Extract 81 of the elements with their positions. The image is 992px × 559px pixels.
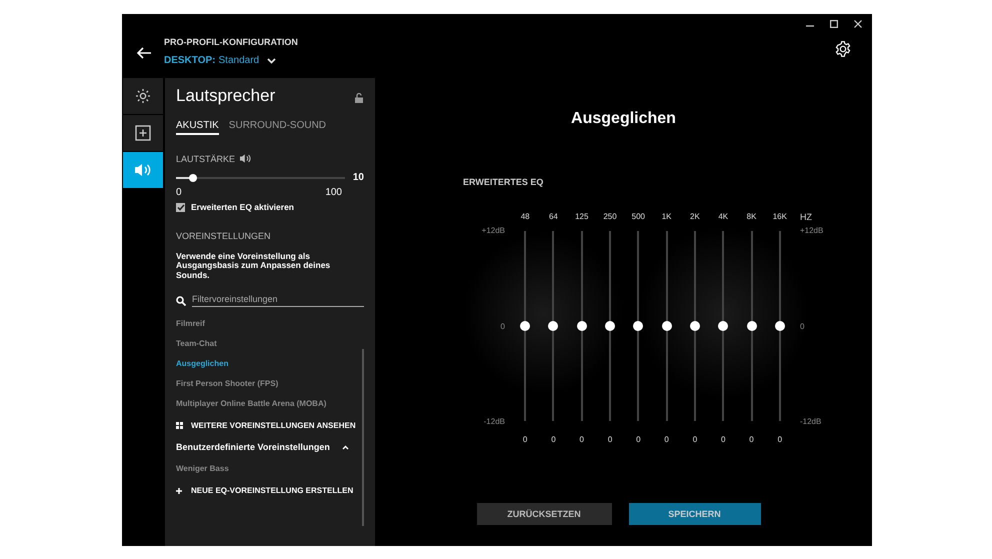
band-value: 0 [551, 435, 556, 444]
preset-title: Ausgeglichen [571, 110, 676, 128]
slider-thumb[interactable] [605, 321, 616, 331]
custom-preset-item[interactable]: Weniger Bass [176, 458, 229, 478]
custom-presets-header[interactable]: Benutzerdefinierte Voreinstellungen [176, 442, 349, 452]
volume-label: LAUTSTÄRKE [176, 154, 236, 164]
frequency-label: 8K [746, 212, 756, 223]
volume-value: 10 [352, 172, 364, 183]
frequency-label: 16K [772, 212, 787, 223]
volume-max: 100 [325, 187, 342, 198]
profile-dropdown[interactable]: DESKTOP: Standard [164, 55, 298, 66]
slider-thumb[interactable] [690, 321, 700, 331]
volume-min: 0 [176, 187, 182, 198]
panel-title: Lautsprecher [176, 86, 276, 106]
chevron-down-icon [267, 58, 276, 64]
frequency-label: 64 [548, 212, 558, 223]
slider-thumb[interactable] [633, 321, 644, 331]
scale-label: +12dB [800, 226, 824, 235]
reset-button[interactable]: ZURÜCKSETZEN [476, 503, 612, 525]
preset-item[interactable]: Multiplayer Online Battle Arena (MOBA) [176, 393, 326, 414]
tab[interactable]: SURROUND-SOUND [228, 120, 326, 135]
checkbox[interactable] [176, 202, 185, 212]
scale-label: +12dB [482, 226, 505, 235]
band-value: 0 [749, 435, 754, 444]
plus-square-icon [135, 125, 151, 141]
preset-item[interactable]: Filmreif [176, 313, 205, 334]
frequency-label: 1K [662, 212, 672, 223]
preset-item[interactable]: Ausgeglichen [176, 353, 228, 374]
slider-thumb[interactable] [774, 321, 785, 331]
band-value: 0 [608, 435, 612, 444]
plus-tab[interactable] [123, 115, 163, 151]
scrollbar[interactable] [362, 349, 364, 526]
scale-label: 0 [500, 322, 505, 330]
save-button[interactable]: SPEICHERN [628, 503, 760, 525]
scale-label: -12dB [800, 417, 822, 426]
search-icon [176, 296, 186, 306]
slider-thumb[interactable] [188, 174, 197, 182]
sun-icon [135, 88, 151, 104]
band-value: 0 [778, 435, 782, 444]
slider-thumb[interactable] [746, 321, 757, 331]
settings-icon[interactable] [835, 41, 851, 57]
preset-item[interactable]: Team-Chat [176, 333, 217, 354]
sun-tab[interactable] [123, 78, 163, 114]
band-value: 0 [692, 435, 698, 444]
frequency-label: 2K [690, 212, 700, 223]
close-icon[interactable] [854, 20, 862, 28]
back-arrow-icon[interactable] [136, 47, 152, 59]
scale-label: -12dB [484, 417, 505, 426]
frequency-label: 4K [718, 212, 728, 223]
slider-thumb[interactable] [520, 321, 530, 331]
slider-thumb[interactable] [576, 321, 587, 331]
presets-heading: VOREINSTELLUNGEN [176, 231, 272, 241]
plus-icon [176, 488, 182, 494]
tab[interactable]: AKUSTIK [176, 120, 219, 135]
band-value: 0 [721, 435, 726, 444]
frequency-label: 125 [575, 212, 588, 223]
frequency-label: 48 [520, 212, 530, 223]
grid-icon [176, 422, 183, 430]
create-preset-link[interactable]: NEUE EQ-VOREINSTELLUNG ERSTELLEN [176, 486, 354, 496]
unlocked-padlock-icon[interactable] [355, 93, 363, 103]
band-value: 0 [522, 435, 528, 444]
slider-thumb[interactable] [718, 321, 728, 331]
profile-title: PRO-PROFIL-KONFIGURATION [164, 37, 298, 47]
presets-description: Verwende eine Voreinstellung als Ausgangsbasis zum Anpassen deines Sounds. [176, 252, 332, 280]
slider-thumb[interactable] [548, 321, 558, 331]
search-field[interactable]: Filtervoreinstellungen [192, 294, 364, 308]
maximize-icon[interactable] [830, 20, 838, 28]
frequency-label: 500 [632, 212, 646, 223]
speaker-icon [134, 162, 152, 178]
unit-label: HZ [800, 212, 813, 224]
band-value: 0 [664, 435, 669, 444]
slider-thumb[interactable] [662, 321, 672, 331]
frequency-label: 250 [603, 212, 617, 223]
speaker-icon [239, 153, 252, 164]
band-value: 0 [580, 435, 584, 444]
preset-item[interactable]: First Person Shooter (FPS) [176, 373, 278, 394]
eq-title: ERWEITERTES EQ [463, 177, 544, 187]
scale-label: 0 [800, 322, 806, 330]
more-presets-link[interactable]: WEITERE VOREINSTELLUNGEN ANSEHEN [176, 421, 356, 430]
band-value: 0 [636, 435, 641, 444]
checkbox-label: Erweiterten EQ aktivieren [191, 202, 294, 212]
